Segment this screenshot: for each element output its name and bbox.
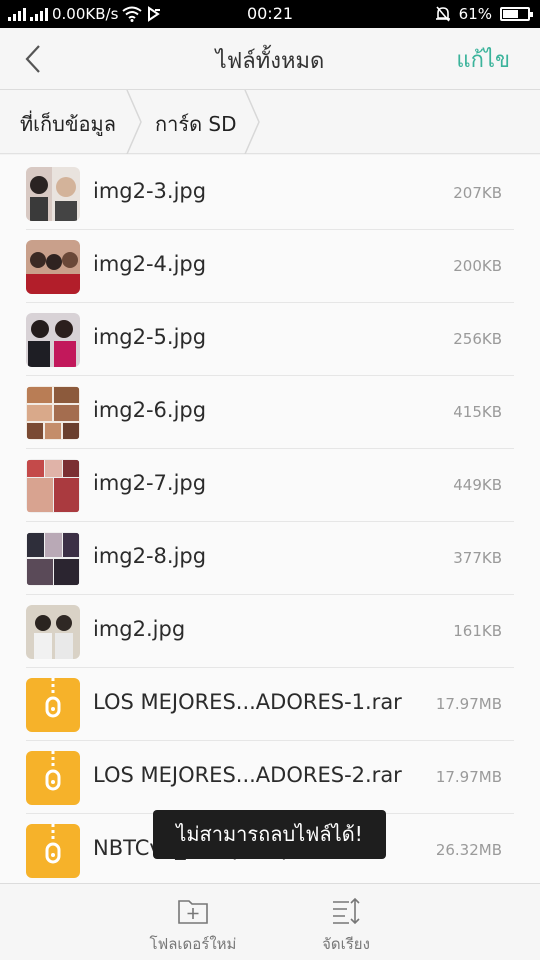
file-row[interactable]: img2-6.jpg 415KB (26, 376, 514, 449)
new-folder-label: โฟลเดอร์ใหม่ (149, 935, 237, 953)
file-name: img2.jpg (93, 617, 186, 641)
file-name: img2-6.jpg (93, 398, 207, 422)
file-name: img2-7.jpg (93, 471, 207, 495)
file-size: 449KB (453, 476, 502, 494)
breadcrumb-storage[interactable]: ที่เก็บข้อมูล (20, 108, 116, 140)
file-row[interactable]: img2-4.jpg 200KB (26, 230, 514, 303)
file-name: LOS MEJORES...ADORES-1.rar (93, 690, 402, 714)
app-bar: ไฟล์ทั้งหมด แก้ไข (0, 28, 540, 90)
file-row[interactable]: LOS MEJORES...ADORES-1.rar 17.97MB (26, 668, 514, 741)
file-size: 377KB (453, 549, 502, 567)
file-size: 200KB (453, 257, 502, 275)
new-folder-icon (178, 900, 208, 924)
zip-file-icon (26, 678, 80, 732)
image-thumbnail (26, 386, 80, 440)
file-size: 17.97MB (435, 695, 502, 713)
file-row[interactable]: img2-5.jpg 256KB (26, 303, 514, 376)
file-row[interactable]: LOS MEJORES...ADORES-2.rar 17.97MB (26, 741, 514, 814)
sort-button[interactable]: จัดเรียง (286, 884, 406, 960)
breadcrumb-sd-card[interactable]: การ์ด SD (155, 108, 237, 140)
file-list[interactable]: img2-3.jpg 207KB img2-4.jpg 200KB img2-5… (0, 155, 540, 883)
edit-button[interactable]: แก้ไข (456, 42, 510, 77)
image-thumbnail (26, 167, 80, 221)
file-name: img2-5.jpg (93, 325, 207, 349)
file-manager-screen: 0.00KB/s 00:21 61% ไฟล์ทั้งหมด แก้ไข ที่… (0, 0, 540, 960)
file-row[interactable]: img2-8.jpg 377KB (26, 522, 514, 595)
file-name: img2-8.jpg (93, 544, 207, 568)
image-thumbnail (26, 532, 80, 586)
toast-message: ไม่สามารถลบไฟล์ได้! (153, 810, 386, 859)
battery-icon (500, 7, 533, 21)
breadcrumb: ที่เก็บข้อมูล การ์ด SD (0, 90, 540, 154)
status-bar: 0.00KB/s 00:21 61% (0, 0, 540, 28)
image-thumbnail (26, 459, 80, 513)
file-row[interactable]: img2-7.jpg 449KB (26, 449, 514, 522)
new-folder-button[interactable]: โฟลเดอร์ใหม่ (133, 884, 253, 960)
file-row[interactable]: img2.jpg 161KB (26, 595, 514, 668)
file-size: 256KB (453, 330, 502, 348)
image-thumbnail (26, 605, 80, 659)
file-size: 161KB (453, 622, 502, 640)
file-size: 17.97MB (435, 768, 502, 786)
file-size: 26.32MB (435, 841, 502, 859)
silent-bell-icon (435, 6, 450, 22)
sort-label: จัดเรียง (322, 935, 370, 953)
file-size: 415KB (453, 403, 502, 421)
battery-percent: 61% (458, 5, 492, 23)
image-thumbnail (26, 240, 80, 294)
breadcrumb-separator-icon (244, 90, 260, 154)
bottom-toolbar: โฟลเดอร์ใหม่ จัดเรียง (0, 883, 540, 960)
file-size: 207KB (453, 184, 502, 202)
file-name: LOS MEJORES...ADORES-2.rar (93, 763, 402, 787)
file-name: img2-4.jpg (93, 252, 207, 276)
breadcrumb-separator-icon (126, 90, 142, 154)
image-thumbnail (26, 313, 80, 367)
file-name: img2-3.jpg (93, 179, 207, 203)
zip-file-icon (26, 751, 80, 805)
sort-icon (333, 897, 360, 925)
zip-file-icon (26, 824, 80, 878)
file-row[interactable]: img2-3.jpg 207KB (26, 157, 514, 230)
